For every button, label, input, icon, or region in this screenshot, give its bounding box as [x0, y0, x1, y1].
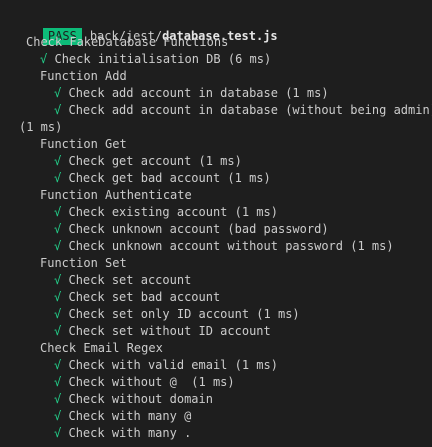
check-mark-icon: √ [54, 358, 62, 372]
test-case-label: Check get account (1 ms) [68, 154, 242, 168]
test-case-label: Check set bad account [68, 290, 221, 304]
test-group-label: Function Authenticate [40, 188, 192, 202]
test-group-line: Function Add [40, 68, 127, 85]
test-group-label: Function Add [40, 69, 127, 83]
test-case-line: √ Check with many . [54, 425, 191, 442]
test-case-label: Check with many @ [68, 409, 192, 423]
test-case-label: Check set only ID account (1 ms) [68, 307, 300, 321]
test-case-label: Check unknown account without password (… [68, 239, 394, 253]
test-case-label: Check with many . [68, 426, 192, 440]
test-group-label: Check FakeDatabase Functions [26, 35, 229, 49]
test-case-line: √ Check get bad account (1 ms) [54, 170, 271, 187]
test-group-line: (1 ms) [19, 119, 62, 136]
check-mark-icon: √ [54, 154, 62, 168]
test-case-label: Check set account [68, 273, 192, 287]
terminal-output: PASS back/jest/database.test.js Check Fak… [0, 0, 432, 447]
test-group-line: Function Set [40, 255, 127, 272]
test-case-line: √ Check set only ID account (1 ms) [54, 306, 300, 323]
test-case-line: √ Check with many @ [54, 408, 191, 425]
test-case-label: Check without domain [68, 392, 213, 406]
test-case-line: √ Check unknown account without password… [54, 238, 394, 255]
check-mark-icon: √ [54, 171, 62, 185]
check-mark-icon: √ [54, 409, 62, 423]
test-case-label: Check with valid email (1 ms) [68, 358, 278, 372]
test-group-label: Function Set [40, 256, 127, 270]
test-case-label: Check add account in database (without b… [68, 103, 432, 117]
test-case-line: √ Check initialisation DB (6 ms) [40, 51, 271, 68]
test-group-line: Check Email Regex [40, 340, 163, 357]
check-mark-icon: √ [54, 86, 62, 100]
check-mark-icon: √ [54, 392, 62, 406]
test-case-line: √ Check existing account (1 ms) [54, 204, 278, 221]
test-case-line: √ Check add account in database (1 ms) [54, 85, 329, 102]
check-mark-icon: √ [54, 103, 62, 117]
check-mark-icon: √ [54, 273, 62, 287]
test-case-label: Check unknown account (bad password) [68, 222, 329, 236]
test-case-line: √ Check add account in database (without… [54, 102, 432, 119]
test-case-line: √ Check without @ (1 ms) [54, 374, 235, 391]
test-case-label: Check existing account (1 ms) [68, 205, 278, 219]
check-mark-icon: √ [54, 222, 62, 236]
check-mark-icon: √ [54, 307, 62, 321]
check-mark-icon: √ [54, 324, 62, 338]
test-group-line: Function Authenticate [40, 187, 192, 204]
test-case-line: √ Check set bad account [54, 289, 220, 306]
test-case-label: Check get bad account (1 ms) [68, 171, 271, 185]
test-case-label: Check add account in database (1 ms) [68, 86, 329, 100]
check-mark-icon: √ [54, 239, 62, 253]
test-group-line: Function Get [40, 136, 127, 153]
check-mark-icon: √ [40, 52, 48, 66]
check-mark-icon: √ [54, 290, 62, 304]
test-case-line: √ Check unknown account (bad password) [54, 221, 329, 238]
check-mark-icon: √ [54, 426, 62, 440]
test-case-label: Check set without ID account [68, 324, 271, 338]
test-group-label: (1 ms) [19, 120, 63, 134]
test-case-line: √ Check set account [54, 272, 191, 289]
test-case-label: Check without @ (1 ms) [68, 375, 235, 389]
check-mark-icon: √ [54, 205, 62, 219]
test-group-label: Check Email Regex [40, 341, 163, 355]
test-case-line: √ Check get account (1 ms) [54, 153, 242, 170]
check-mark-icon: √ [54, 375, 62, 389]
test-case-line: √ Check with valid email (1 ms) [54, 357, 278, 374]
test-file-header: PASS back/jest/database.test.js [0, 11, 278, 45]
test-group-label: Function Get [40, 137, 127, 151]
test-case-line: √ Check set without ID account [54, 323, 271, 340]
test-case-line: √ Check without domain [54, 391, 213, 408]
test-group-line: Check FakeDatabase Functions [26, 34, 228, 51]
test-case-label: Check initialisation DB (6 ms) [54, 52, 272, 66]
